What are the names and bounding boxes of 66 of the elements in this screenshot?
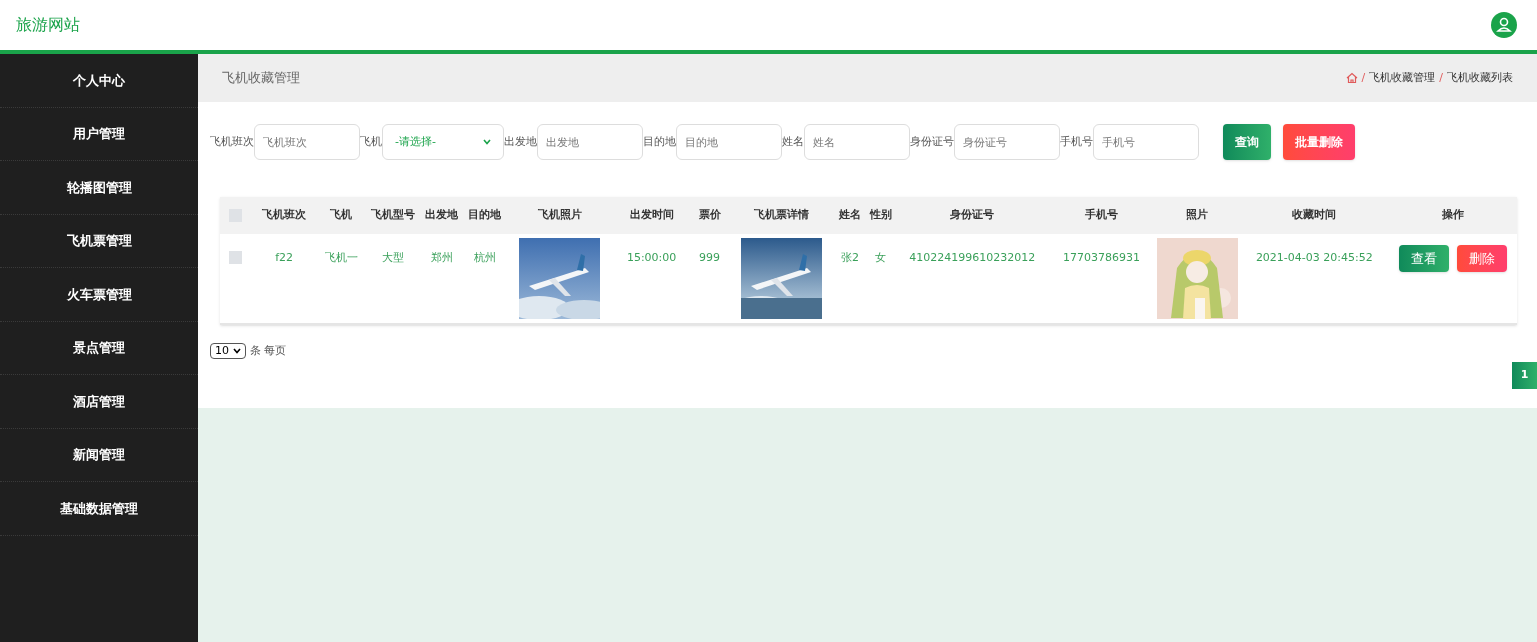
filter-label: 手机号 [1060,133,1093,150]
filter-label: 姓名 [782,133,804,150]
column-header: 飞机型号 [371,208,416,222]
table-cell: 15:00:00 [626,251,677,264]
sidebar-item[interactable]: 个人中心 [73,70,125,90]
sidebar-item[interactable]: 酒店管理 [73,391,125,411]
column-header: 票价 [698,208,721,222]
column-header: 飞机 [330,208,353,222]
filter-input[interactable]: 出发地 [537,124,643,160]
filter-input[interactable]: 飞机班次 [254,124,360,160]
column-header: 手机号 [1085,208,1119,222]
breadcrumb-item[interactable]: 飞机收藏管理 [1369,69,1436,87]
breadcrumb-separator: / [1439,69,1443,86]
filter-label: 飞机班次 [210,133,254,150]
table-cell: f22 [275,251,294,264]
table-cell: 2021-04-03 20:45:52 [1255,251,1373,264]
page-title: 飞机收藏管理 [222,69,300,88]
plane-select[interactable]: -请选择- [382,124,504,160]
table-cell: 17703786931 [1063,251,1140,264]
breadcrumb-item[interactable]: 飞机收藏列表 [1447,69,1513,87]
table-cell: 410224199610232012 [909,251,1036,264]
table-cell: 999 [699,251,721,264]
search-button[interactable]: 查询 [1223,124,1271,160]
breadcrumb-separator: / [1361,69,1366,86]
filter-label: 身份证号 [910,133,954,150]
filter-input[interactable]: 姓名 [804,124,910,160]
sidebar-item[interactable]: 基础数据管理 [60,498,138,518]
filter-input[interactable]: 手机号 [1093,124,1199,160]
sidebar-item[interactable]: 飞机票管理 [66,231,132,251]
column-header: 照片 [1186,208,1209,222]
filter-input[interactable]: 目的地 [676,124,782,160]
column-header: 收藏时间 [1292,208,1337,222]
column-header: 飞机班次 [262,208,307,222]
site-title: 旅游网站 [16,14,80,36]
table-cell: 张2 [841,251,860,264]
column-header: 目的地 [468,208,502,222]
home-icon[interactable] [1345,72,1358,84]
user-avatar-icon[interactable] [1491,12,1517,38]
sidebar-item[interactable]: 新闻管理 [73,445,125,465]
table-cell: 大型 [382,251,405,264]
page-size-label: 条 每页 [250,343,287,359]
column-header: 性别 [869,208,892,222]
table-cell: 郑州 [430,251,453,264]
page-size-select[interactable]: 10 [210,343,246,360]
table-cell: 杭州 [473,251,496,264]
column-header: 出发时间 [629,208,674,222]
column-header: 身份证号 [950,208,995,222]
sidebar-item[interactable]: 景点管理 [73,338,125,358]
filter-input[interactable]: 身份证号 [954,124,1060,160]
sidebar-item[interactable]: 轮播图管理 [66,177,132,197]
filter-label: 飞机 [360,133,382,150]
filter-label: 出发地 [504,133,537,150]
view-button[interactable]: 查看 [1398,245,1449,272]
column-header: 出发地 [425,208,459,222]
column-header: 飞机票详情 [754,208,810,222]
chevron-down-icon [233,348,241,355]
column-header: 飞机照片 [538,208,582,222]
sidebar-item[interactable]: 用户管理 [73,124,125,144]
chevron-down-icon [483,139,491,145]
column-header: 操作 [1441,208,1464,222]
table-cell: 女 [875,251,887,264]
column-header: 姓名 [839,208,862,222]
table-cell: 飞机一 [324,251,358,264]
row-checkbox[interactable] [228,251,242,264]
sidebar-item[interactable]: 火车票管理 [66,284,132,304]
filter-label: 目的地 [643,133,676,150]
